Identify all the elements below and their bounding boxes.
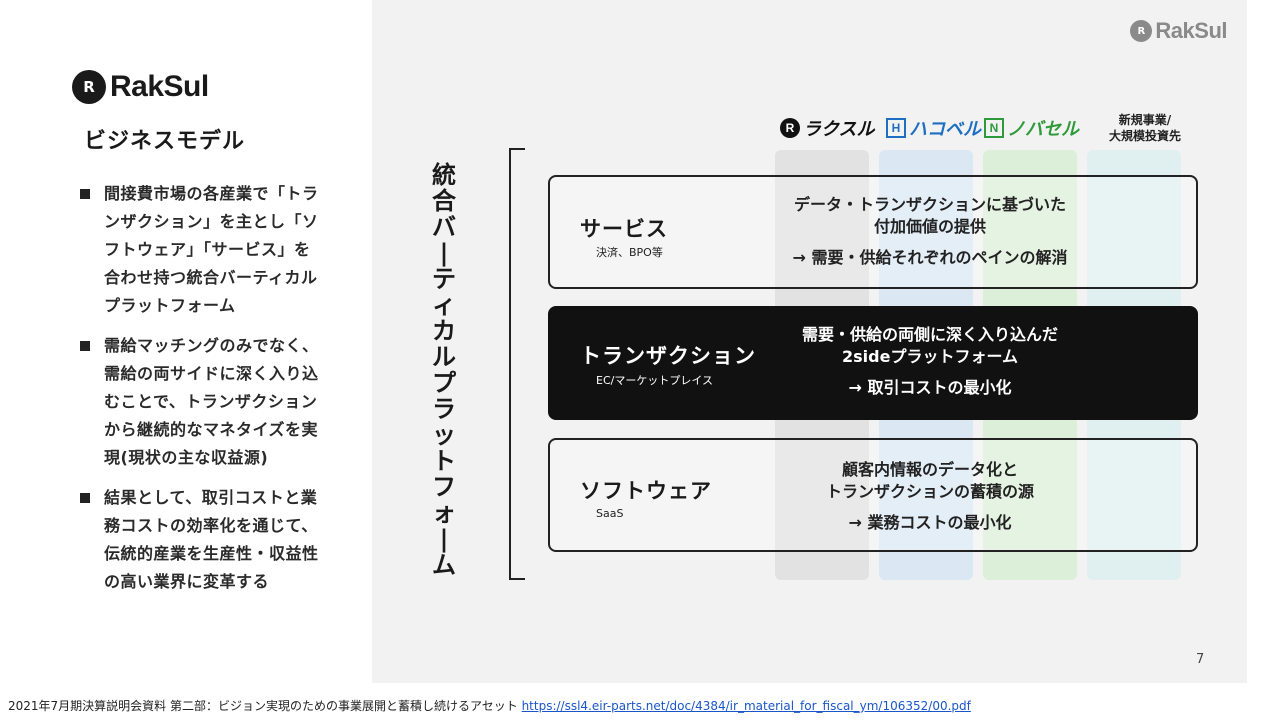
new-business-label: 新規事業/ 大規模投資先 (1090, 112, 1200, 144)
square-bullet-icon (80, 493, 90, 503)
new-business-line: 大規模投資先 (1108, 129, 1181, 143)
desc-line: 2sideプラットフォーム (842, 347, 1018, 366)
vertical-title-char: フ (432, 473, 456, 501)
vertical-title-char: | (439, 525, 449, 553)
bullet-line: から継続的なマネタイズを実 (104, 420, 319, 439)
bullet-line: 需給マッチングのみでなく、 (104, 336, 319, 355)
desc-line: 顧客内情報のデータ化と (841, 460, 1018, 479)
bullet-line: 合わせ持つ統合バーティカル (104, 268, 318, 287)
desc-arrow-line: → 取引コストの最小化 (848, 378, 1012, 397)
vertical-platform-title: 統合バ | ティカルプラットフォ | ム (424, 162, 464, 578)
vertical-title-char: ル (432, 343, 456, 371)
source-link[interactable]: https://ssl4.eir-parts.net/doc/4384/ir_m… (522, 699, 971, 713)
vertical-title-char: 統 (432, 161, 456, 189)
raksul-logo-mark-icon: R (72, 70, 106, 104)
bullet-line: プラットフォーム (104, 296, 236, 315)
row-description: 顧客内情報のデータ化と トランザクションの蓄積の源 → 業務コストの最小化 (780, 459, 1080, 534)
raksul-logo-mark-icon: R (1130, 20, 1153, 42)
raksul-brand: R ラクスル (780, 117, 874, 139)
vertical-title-char: ィ (432, 291, 456, 319)
vertical-title-char: プ (432, 369, 456, 397)
bullet-line: 現(現状の主な収益源) (104, 448, 269, 467)
row-subtitle: 決済、BPO等 (596, 246, 663, 259)
row-subtitle: SaaS (596, 507, 624, 520)
vertical-title-char: | (439, 239, 449, 267)
bullet-line: 伝統的産業を生産性・収益性 (104, 544, 319, 563)
novasell-brand-icon: N (984, 118, 1004, 138)
vertical-title-char: 合 (432, 187, 456, 215)
slide-raksul-logo: R RakSul (1130, 18, 1227, 44)
bullet-list: 間接費市場の各産業で「トラ ンザクション」を主とし「ソ フトウェア」「サービス」… (80, 180, 345, 608)
vertical-title-char: ム (432, 551, 456, 579)
row-description: データ・トランザクションに基づいた 付加価値の提供 → 需要・供給それぞれのペイ… (780, 194, 1080, 269)
service-row: サービス 決済、BPO等 データ・トランザクションに基づいた 付加価値の提供 →… (548, 175, 1198, 289)
vertical-title-char: ォ (432, 499, 456, 527)
software-row: ソフトウェア SaaS 顧客内情報のデータ化と トランザクションの蓄積の源 → … (548, 438, 1198, 552)
raksul-logo: R RakSul (72, 70, 209, 104)
vertical-title-char: バ (432, 213, 456, 241)
raksul-logo-text: RakSul (110, 70, 209, 103)
brand-label: ハコベル (909, 119, 981, 139)
row-title: サービス (580, 217, 668, 241)
vertical-title-char: ラ (432, 395, 456, 423)
bullet-line: ンザクション」を主とし「ソ (104, 212, 319, 231)
desc-arrow-line: → 業務コストの最小化 (848, 513, 1012, 532)
bullet-line: 需給の両サイドに深く入り込 (104, 364, 319, 383)
bullet-line: むことで、トランザクション (104, 392, 318, 411)
transaction-row: トランザクション EC/マーケットプレイス 需要・供給の両側に深く入り込んだ 2… (548, 306, 1198, 420)
bullet-item: 需給マッチングのみでなく、 需給の両サイドに深く入り込 むことで、トランザクショ… (80, 332, 345, 472)
brand-label: ラクスル (803, 119, 875, 139)
vertical-title-char: ッ (432, 421, 456, 449)
vertical-title-char: ト (432, 447, 456, 475)
footer-text: 2021年7月期決算説明会資料 第二部：ビジョン実現のための事業展開と蓄積し続け… (8, 699, 522, 713)
page-number: 7 (1196, 652, 1205, 667)
desc-line: 付加価値の提供 (873, 217, 986, 236)
row-title: ソフトウェア (580, 479, 712, 503)
square-bullet-icon (80, 341, 90, 351)
new-business-line: 新規事業/ (1118, 113, 1172, 127)
novasell-brand: N ノバセル (984, 117, 1079, 139)
desc-line: トランザクションの蓄積の源 (825, 482, 1034, 501)
left-bracket (509, 148, 525, 580)
bullet-item: 結果として、取引コストと業 務コストの効率化を通じて、 伝統的産業を生産性・収益… (80, 484, 345, 596)
row-subtitle: EC/マーケットプレイス (596, 374, 714, 387)
slide-panel: R RakSul R ラクスル H ハコベル N ノバセル 新規事業/ 大規模投… (372, 0, 1247, 683)
raksul-brand-icon: R (780, 118, 800, 138)
row-description: 需要・供給の両側に深く入り込んだ 2sideプラットフォーム → 取引コストの最… (780, 324, 1080, 399)
desc-arrow-line: → 需要・供給それぞれのペインの解消 (792, 248, 1068, 267)
desc-line: データ・トランザクションに基づいた (793, 195, 1066, 214)
bullet-item: 間接費市場の各産業で「トラ ンザクション」を主とし「ソ フトウェア」「サービス」… (80, 180, 345, 320)
bullet-line: 結果として、取引コストと業 (104, 488, 318, 507)
brand-label: ノバセル (1007, 119, 1079, 139)
slide-logo-text: RakSul (1155, 18, 1227, 43)
hacobell-brand: H ハコベル (886, 117, 981, 139)
desc-line: 需要・供給の両側に深く入り込んだ (801, 325, 1058, 344)
square-bullet-icon (80, 189, 90, 199)
vertical-title-char: カ (432, 317, 456, 345)
bullet-line: フトウェア」「サービス」を (104, 240, 311, 259)
source-footer: 2021年7月期決算説明会資料 第二部：ビジョン実現のための事業展開と蓄積し続け… (8, 697, 971, 714)
page-title: ビジネスモデル (84, 129, 246, 154)
bullet-line: 間接費市場の各産業で「トラ (104, 184, 319, 203)
bullet-line: の高い業界に変革する (104, 572, 270, 591)
vertical-title-char: テ (432, 265, 456, 293)
hacobell-brand-icon: H (886, 118, 906, 138)
row-title: トランザクション (580, 344, 756, 368)
bullet-line: 務コストの効率化を通じて、 (104, 516, 318, 535)
